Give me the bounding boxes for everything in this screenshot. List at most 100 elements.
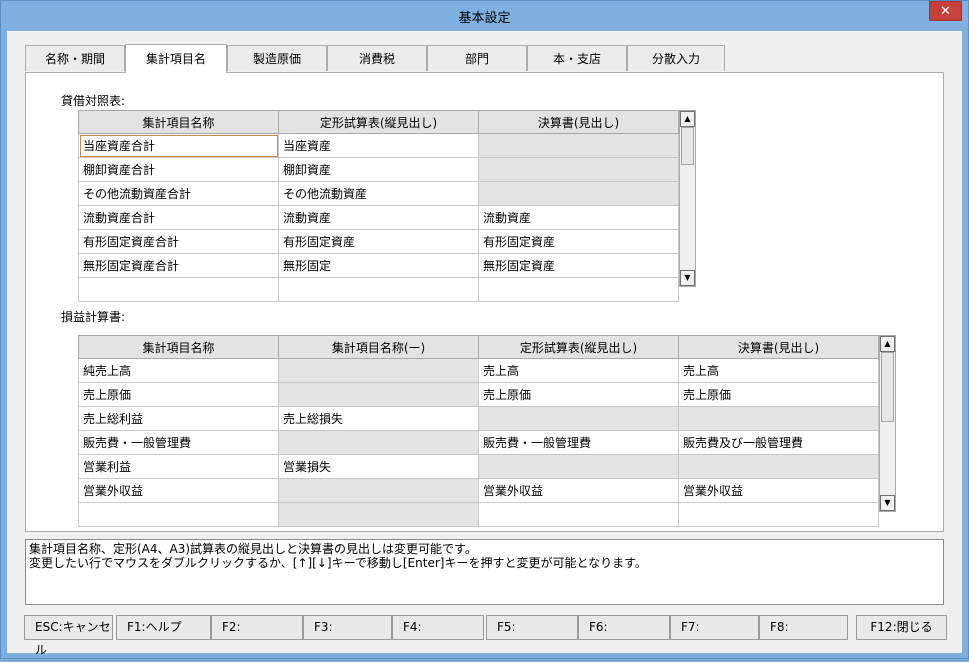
- table-row[interactable]: 有形固定資産合計 有形固定資産 有形固定資産: [78, 229, 679, 254]
- grid-header-row: 集計項目名称 定形試算表(縦見出し) 決算書(見出し): [78, 110, 679, 134]
- table-cell[interactable]: 無形固定: [278, 253, 479, 278]
- table-cell[interactable]: [478, 454, 679, 479]
- table-cell[interactable]: 無形固定資産合計: [78, 253, 279, 278]
- column-header: 集計項目名称(ー): [278, 335, 479, 359]
- table-cell[interactable]: 当座資産: [278, 133, 479, 158]
- esc-cancel-button[interactable]: ESC:キャンセル: [24, 615, 113, 657]
- table-cell[interactable]: [278, 358, 479, 383]
- table-cell[interactable]: 有形固定資産: [478, 229, 679, 254]
- table-cell[interactable]: 営業利益: [78, 454, 279, 479]
- table-row[interactable]: 棚卸資産合計 棚卸資産: [78, 157, 679, 182]
- table-cell[interactable]: 売上原価: [78, 382, 279, 407]
- table-row[interactable]: 営業利益 営業損失: [78, 454, 879, 479]
- table-cell[interactable]: [278, 382, 479, 407]
- scroll-thumb[interactable]: [881, 352, 894, 422]
- table-cell[interactable]: 営業外収益: [678, 478, 879, 503]
- table-cell[interactable]: 売上原価: [678, 382, 879, 407]
- window: 基本設定 ✕ 名称・期間 集計項目名 製造原価 消費税 部門 本・支店 分散入力…: [0, 0, 969, 659]
- table-cell[interactable]: 流動資産: [278, 205, 479, 230]
- table-cell[interactable]: 流動資産: [478, 205, 679, 230]
- f3-button[interactable]: F3:: [303, 615, 392, 640]
- tab-name-period[interactable]: 名称・期間: [25, 45, 125, 71]
- scroll-down-icon[interactable]: ▼: [680, 270, 695, 286]
- table-cell[interactable]: 流動資産合計: [78, 205, 279, 230]
- tab-manufacturing-cost[interactable]: 製造原価: [227, 45, 327, 71]
- table-row[interactable]: 無形固定資産合計 無形固定 無形固定資産: [78, 253, 679, 278]
- window-title: 基本設定: [458, 11, 511, 26]
- table-row[interactable]: 売上原価 売上原価 売上原価: [78, 382, 879, 407]
- tab-branch[interactable]: 本・支店: [527, 45, 627, 71]
- column-header: 集計項目名称: [78, 110, 279, 134]
- table-cell[interactable]: [278, 478, 479, 503]
- tab-consumption-tax[interactable]: 消費税: [327, 45, 427, 71]
- table-cell[interactable]: 有形固定資産合計: [78, 229, 279, 254]
- title-bar: 基本設定 ✕: [1, 1, 968, 31]
- f5-button[interactable]: F5:: [486, 615, 578, 640]
- table-row[interactable]: 流動資産合計 流動資産 流動資産: [78, 205, 679, 230]
- table-row[interactable]: 販売費・一般管理費 販売費・一般管理費 販売費及び一般管理費: [78, 430, 879, 455]
- table-cell[interactable]: 売上総損失: [278, 406, 479, 431]
- table-cell[interactable]: 営業外収益: [478, 478, 679, 503]
- scroll-up-icon[interactable]: ▲: [880, 336, 895, 352]
- table-cell[interactable]: 売上原価: [478, 382, 679, 407]
- table-row[interactable]: 当座資産合計 当座資産: [78, 133, 679, 158]
- scroll-down-icon[interactable]: ▼: [880, 495, 895, 511]
- table-cell[interactable]: 純売上高: [78, 358, 279, 383]
- f8-button[interactable]: F8:: [759, 615, 848, 640]
- income-statement-grid[interactable]: 集計項目名称 集計項目名称(ー) 定形試算表(縦見出し) 決算書(見出し) 純売…: [78, 335, 879, 527]
- f1-help-button[interactable]: F1:ヘルプ: [116, 615, 211, 640]
- table-cell[interactable]: 棚卸資産合計: [78, 157, 279, 182]
- f7-button[interactable]: F7:: [670, 615, 759, 640]
- column-header: 集計項目名称: [78, 335, 279, 359]
- f2-button[interactable]: F2:: [211, 615, 303, 640]
- table-row-partial[interactable]: [78, 502, 879, 527]
- scroll-up-icon[interactable]: ▲: [680, 111, 695, 127]
- table-cell[interactable]: 有形固定資産: [278, 229, 479, 254]
- table-cell[interactable]: [278, 430, 479, 455]
- table-cell[interactable]: 営業損失: [278, 454, 479, 479]
- close-button[interactable]: ✕: [929, 1, 962, 21]
- table-cell[interactable]: [678, 454, 879, 479]
- table-cell[interactable]: 売上総利益: [78, 406, 279, 431]
- table-cell[interactable]: 販売費・一般管理費: [478, 430, 679, 455]
- table-cell[interactable]: 売上高: [678, 358, 879, 383]
- table-cell[interactable]: 無形固定資産: [478, 253, 679, 278]
- table-cell[interactable]: [678, 406, 879, 431]
- table-cell[interactable]: その他流動資産合計: [78, 181, 279, 206]
- tab-distributed-input[interactable]: 分散入力: [627, 45, 725, 71]
- column-header: 決算書(見出し): [678, 335, 879, 359]
- table-cell[interactable]: [478, 181, 679, 206]
- table-cell[interactable]: 当座資産合計: [78, 133, 279, 158]
- column-header: 決算書(見出し): [478, 110, 679, 134]
- column-header: 定形試算表(縦見出し): [478, 335, 679, 359]
- f12-close-button[interactable]: F12:閉じる: [856, 615, 947, 640]
- tab-panel: 貸借対照表: 集計項目名称 定形試算表(縦見出し) 決算書(見出し) 当座資産合…: [25, 72, 944, 532]
- balance-sheet-scrollbar[interactable]: ▲ ▼: [679, 110, 696, 287]
- table-row[interactable]: その他流動資産合計 その他流動資産: [78, 181, 679, 206]
- table-cell[interactable]: 営業外収益: [78, 478, 279, 503]
- table-row[interactable]: 営業外収益 営業外収益 営業外収益: [78, 478, 879, 503]
- table-cell[interactable]: [478, 133, 679, 158]
- income-statement-scrollbar[interactable]: ▲ ▼: [879, 335, 896, 512]
- tab-aggregate-items[interactable]: 集計項目名: [125, 44, 227, 73]
- table-row[interactable]: 売上総利益 売上総損失: [78, 406, 879, 431]
- f6-button[interactable]: F6:: [578, 615, 670, 640]
- table-cell[interactable]: 売上高: [478, 358, 679, 383]
- table-row-partial[interactable]: [78, 277, 679, 302]
- table-cell[interactable]: 棚卸資産: [278, 157, 479, 182]
- table-cell[interactable]: [478, 157, 679, 182]
- balance-sheet-grid[interactable]: 集計項目名称 定形試算表(縦見出し) 決算書(見出し) 当座資産合計 当座資産 …: [78, 110, 679, 302]
- f4-button[interactable]: F4:: [392, 615, 484, 640]
- client-area: 名称・期間 集計項目名 製造原価 消費税 部門 本・支店 分散入力 貸借対照表:…: [7, 31, 962, 657]
- table-cell[interactable]: その他流動資産: [278, 181, 479, 206]
- table-cell[interactable]: 販売費・一般管理費: [78, 430, 279, 455]
- balance-sheet-label: 貸借対照表:: [61, 94, 126, 108]
- tab-department[interactable]: 部門: [427, 45, 527, 71]
- table-cell[interactable]: [478, 406, 679, 431]
- table-cell[interactable]: 販売費及び一般管理費: [678, 430, 879, 455]
- income-statement-label: 損益計算書:: [61, 310, 126, 324]
- message-area: 集計項目名称、定形(A4、A3)試算表の縦見出しと決算書の見出しは変更可能です。…: [25, 539, 944, 605]
- grid-header-row: 集計項目名称 集計項目名称(ー) 定形試算表(縦見出し) 決算書(見出し): [78, 335, 879, 359]
- table-row[interactable]: 純売上高 売上高 売上高: [78, 358, 879, 383]
- scroll-thumb[interactable]: [681, 127, 694, 165]
